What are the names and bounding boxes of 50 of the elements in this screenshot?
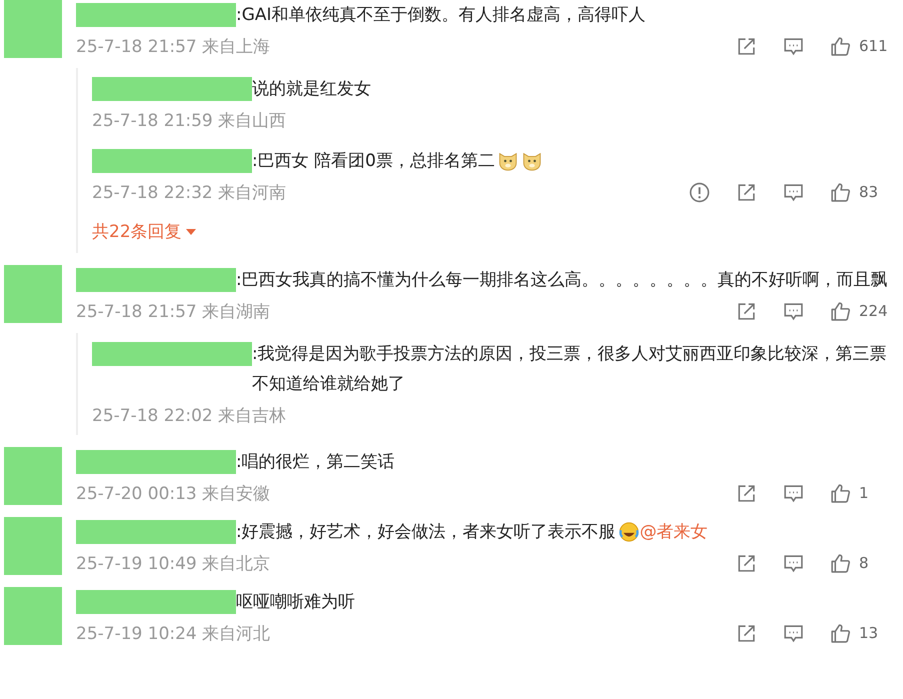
comment-text: :巴西女我真的搞不懂为什么每一期排名这么高。。。。。。。。真的不好听啊，而且飘 [236, 269, 888, 292]
thumbs-up-icon[interactable] [830, 552, 851, 574]
redacted-avatar [4, 447, 62, 505]
mention-link[interactable]: @者来女 [640, 517, 708, 547]
share-icon[interactable] [736, 552, 757, 574]
like-count: 8 [859, 554, 870, 572]
reply-time: 25-7-18 21:59 来自山西 [92, 110, 286, 132]
thumbs-up-icon[interactable] [830, 182, 851, 202]
like-count: 224 [859, 302, 889, 320]
reply-time: 25-7-18 22:32 来自河南 [92, 182, 286, 204]
share-icon[interactable] [736, 622, 757, 644]
comment-text: :GAI和单依纯真不至于倒数。有人排名虚高，高得吓人 [236, 4, 646, 27]
laughing-emoji-icon [618, 521, 640, 543]
comment-icon[interactable] [783, 36, 804, 56]
reply-text: 说的就是红发女 [252, 78, 371, 101]
thumbs-up-icon[interactable] [830, 36, 851, 56]
report-icon[interactable] [689, 182, 710, 202]
redacted-avatar [4, 265, 62, 323]
comment-text: 呕哑嘲哳难为听 [236, 591, 355, 614]
thumbs-up-icon[interactable] [830, 482, 851, 504]
comment-time: 25-7-18 21:57 来自上海 [76, 36, 270, 58]
comment-icon[interactable] [783, 300, 804, 322]
caret-icon [186, 228, 196, 236]
share-icon[interactable] [736, 300, 757, 322]
comment-time: 25-7-18 21:57 来自湖南 [76, 300, 270, 322]
like-count: 611 [859, 37, 889, 55]
share-icon[interactable] [736, 36, 757, 56]
comment-time: 25-7-19 10:49 来自北京 [76, 552, 270, 574]
share-icon[interactable] [736, 482, 757, 504]
comment-time: 25-7-20 00:13 来自安徽 [76, 482, 270, 504]
comment-icon[interactable] [783, 482, 804, 504]
comment-icon[interactable] [783, 552, 804, 574]
reply-text: :巴西女 陪看团0票，总排名第二 [252, 150, 495, 173]
reply-time: 25-7-18 22:02 来自吉林 [92, 404, 286, 426]
thumbs-up-icon[interactable] [830, 622, 851, 644]
like-count: 13 [859, 624, 880, 642]
redacted-avatar [4, 517, 62, 575]
like-count: 1 [859, 484, 870, 502]
thumbs-up-icon[interactable] [830, 300, 851, 322]
share-icon[interactable] [736, 182, 757, 202]
redacted-avatar [4, 0, 62, 58]
more-replies-link[interactable]: 共22条回复 [92, 212, 196, 253]
comment-icon[interactable] [783, 182, 804, 202]
redacted-avatar [4, 587, 62, 645]
comment-time: 25-7-19 10:24 来自河北 [76, 622, 270, 644]
comment-text: :好震撼，好艺术，好会做法，者来女听了表示不服 [236, 521, 616, 544]
reply-text: :我觉得是因为歌手投票方法的原因，投三票，很多人对艾丽西亚印象比较深，第三票不知道给谁就给她了 [252, 343, 888, 396]
comment-icon[interactable] [783, 622, 804, 644]
comment-text: :唱的很烂，第二笑话 [236, 451, 395, 474]
like-count: 83 [859, 183, 880, 201]
